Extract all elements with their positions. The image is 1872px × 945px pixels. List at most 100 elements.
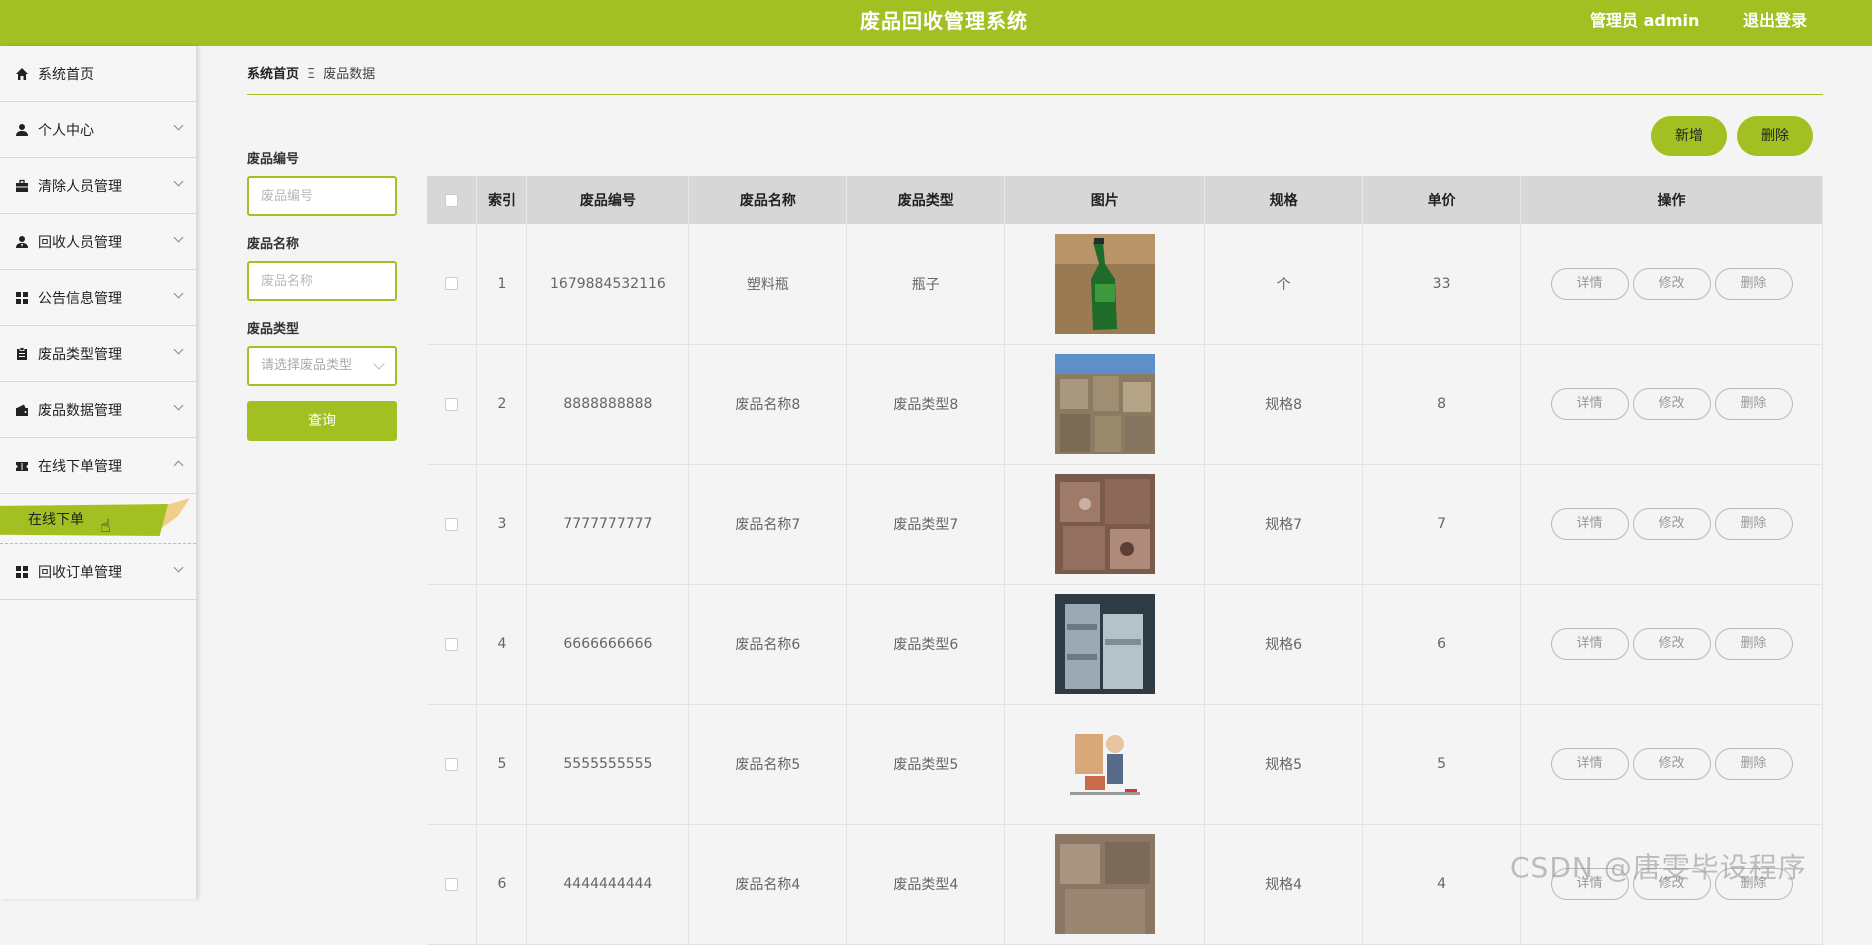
detail-button[interactable]: 详情 [1550, 508, 1629, 540]
delete-button[interactable]: 删除 [1714, 748, 1793, 780]
delete-button[interactable]: 删除 [1714, 628, 1793, 660]
sidebar-item-label: 个人中心 [38, 122, 94, 139]
delete-button[interactable]: 删除 [1714, 267, 1793, 300]
waste-thumbnail[interactable] [1005, 233, 1204, 334]
ticket-icon [14, 458, 30, 474]
breadcrumb-home[interactable]: 系统首页 [247, 67, 299, 82]
cell-index: 3 [476, 464, 528, 585]
sidebar-subitem-place-order[interactable]: 在线下单 [0, 504, 168, 536]
row-checkbox[interactable] [445, 277, 459, 291]
logout-link[interactable]: 退出登录 [1743, 7, 1807, 31]
sidebar-item-label: 清除人员管理 [38, 178, 122, 195]
row-checkbox[interactable] [445, 877, 459, 891]
cell-image [1004, 224, 1206, 345]
row-checkbox[interactable] [445, 397, 459, 411]
cell-type: 废品类型8 [846, 344, 1006, 465]
sidebar-item-home[interactable]: 系统首页 [0, 46, 196, 102]
query-button[interactable]: 查询 [247, 401, 397, 441]
sidebar-item-collectors[interactable]: 回收人员管理 [0, 214, 196, 270]
hand-cursor-icon: ☝ [100, 516, 111, 537]
cell-name: 废品名称4 [688, 824, 848, 945]
breadcrumb: 系统首页 Ξ 废品数据 [247, 63, 1823, 95]
wallet-icon [14, 402, 30, 418]
cell-type: 废品类型5 [846, 704, 1006, 825]
row-checkbox[interactable] [445, 637, 459, 651]
row-checkbox[interactable] [445, 757, 459, 771]
table-row: 5 5555555555 废品名称5 废品类型5 规格5 5 详情 修改 删除 [427, 704, 1823, 825]
cell-type: 废品类型4 [846, 824, 1006, 945]
cell-image [1004, 464, 1206, 585]
name-input[interactable] [247, 261, 397, 301]
sidebar-item-waste-data[interactable]: 废品数据管理 [0, 382, 196, 438]
detail-button[interactable]: 详情 [1550, 267, 1629, 300]
sidebar-item-recycle-orders[interactable]: 回收订单管理 [0, 544, 196, 600]
edit-button[interactable]: 修改 [1632, 508, 1711, 540]
cell-name: 废品名称8 [688, 344, 848, 465]
sidebar-item-notices[interactable]: 公告信息管理 [0, 270, 196, 326]
select-all-checkbox[interactable] [445, 193, 459, 207]
waste-thumbnail[interactable] [1005, 594, 1204, 694]
sidebar-item-waste-types[interactable]: 废品类型管理 [0, 326, 196, 382]
waste-thumbnail[interactable] [1005, 354, 1204, 454]
table-row: 2 8888888888 废品名称8 废品类型8 规格8 8 详情 修改 删除 [427, 344, 1823, 465]
sidebar-item-label: 公告信息管理 [38, 290, 122, 307]
chevron-up-icon [173, 460, 184, 471]
col-actions: 操作 [1520, 176, 1823, 224]
cell-code: 6666666666 [526, 584, 690, 705]
col-index: 索引 [476, 176, 528, 224]
edit-button[interactable]: 修改 [1632, 748, 1711, 780]
row-select-cell [427, 584, 478, 705]
code-label: 废品编号 [247, 152, 300, 167]
row-checkbox[interactable] [445, 517, 459, 531]
row-select-cell [427, 704, 478, 825]
submenu-online-orders: 在线下单 ☝ [0, 494, 196, 544]
delete-button[interactable]: 删除 [1714, 508, 1793, 540]
chevron-down-icon [173, 344, 184, 355]
edit-button[interactable]: 修改 [1632, 267, 1711, 300]
top-header: 废品回收管理系统 管理员 admin 退出登录 [0, 0, 1872, 46]
grid-icon [14, 290, 30, 306]
col-image: 图片 [1004, 176, 1206, 224]
detail-button[interactable]: 详情 [1550, 628, 1629, 660]
cell-image [1004, 344, 1206, 465]
cell-index: 6 [476, 824, 528, 945]
cell-index: 2 [476, 344, 528, 465]
row-select-cell [427, 464, 478, 585]
cell-name: 废品名称5 [688, 704, 848, 825]
user-badge-icon [14, 234, 30, 250]
cell-spec: 个 [1204, 224, 1364, 345]
cell-index: 4 [476, 584, 528, 705]
code-input[interactable] [247, 176, 397, 216]
cell-name: 废品名称6 [688, 584, 848, 705]
type-select[interactable]: 请选择废品类型 [247, 346, 397, 386]
type-select-placeholder: 请选择废品类型 [261, 358, 353, 373]
cell-type: 废品类型7 [846, 464, 1006, 585]
row-select-cell [427, 344, 478, 465]
cell-price: 7 [1362, 464, 1522, 585]
sidebar-item-cleaners[interactable]: 清除人员管理 [0, 158, 196, 214]
sidebar-item-label: 回收人员管理 [38, 234, 122, 251]
detail-button[interactable]: 详情 [1550, 388, 1629, 420]
sidebar-item-online-orders[interactable]: 在线下单管理 [0, 438, 196, 494]
sidebar-item-personal[interactable]: 个人中心 [0, 102, 196, 158]
add-button[interactable]: 新增 [1651, 116, 1727, 156]
sidebar-item-label: 回收订单管理 [38, 564, 122, 581]
edit-button[interactable]: 修改 [1632, 628, 1711, 660]
edit-button[interactable]: 修改 [1632, 388, 1711, 420]
breadcrumb-current: 废品数据 [323, 67, 376, 82]
col-type: 废品类型 [846, 176, 1006, 224]
cell-name: 塑料瓶 [688, 224, 848, 345]
briefcase-icon [14, 178, 30, 194]
home-icon [14, 66, 30, 82]
chevron-down-icon [173, 232, 184, 243]
type-label: 废品类型 [247, 322, 300, 337]
waste-thumbnail[interactable] [1005, 834, 1204, 934]
detail-button[interactable]: 详情 [1550, 748, 1629, 780]
waste-thumbnail[interactable] [1005, 474, 1204, 574]
sidebar-item-label: 废品类型管理 [38, 346, 122, 363]
delete-button[interactable]: 删除 [1714, 388, 1793, 420]
chevron-down-icon [173, 120, 184, 131]
batch-delete-button[interactable]: 删除 [1737, 116, 1813, 156]
cell-image [1004, 824, 1206, 945]
waste-thumbnail[interactable] [1005, 714, 1204, 814]
